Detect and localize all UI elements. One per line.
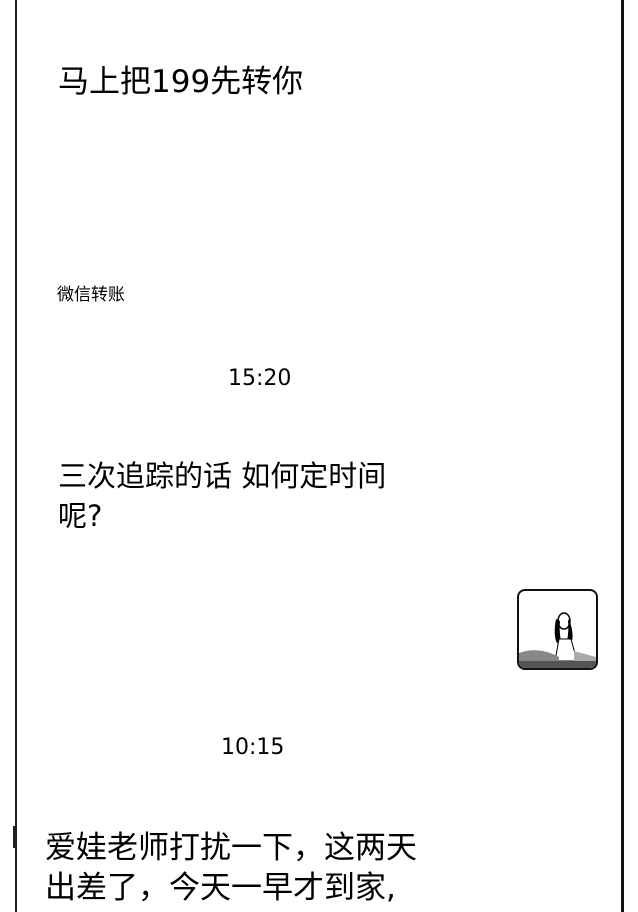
message-text: 三次追踪的话 如何定时间 呢? <box>58 456 386 536</box>
right-border <box>621 0 624 912</box>
timestamp: 15:20 <box>228 366 292 391</box>
message-text: 马上把199先转你 <box>58 64 304 100</box>
avatar[interactable] <box>517 589 598 670</box>
avatar-image-icon <box>519 612 596 668</box>
divider-mark <box>13 826 15 848</box>
message-line: 呢? <box>58 499 103 533</box>
timestamp: 10:15 <box>221 735 285 760</box>
message-text: 爱娃老师打扰一下，这两天 出差了，今天一早才到家, <box>45 828 417 908</box>
message-line: 出差了，今天一早才到家, <box>45 870 396 906</box>
message-line: 爱娃老师打扰一下，这两天 <box>45 830 417 866</box>
transfer-label[interactable]: 微信转账 <box>57 280 125 305</box>
left-border <box>15 0 17 912</box>
message-line: 三次追踪的话 如何定时间 <box>58 459 387 493</box>
